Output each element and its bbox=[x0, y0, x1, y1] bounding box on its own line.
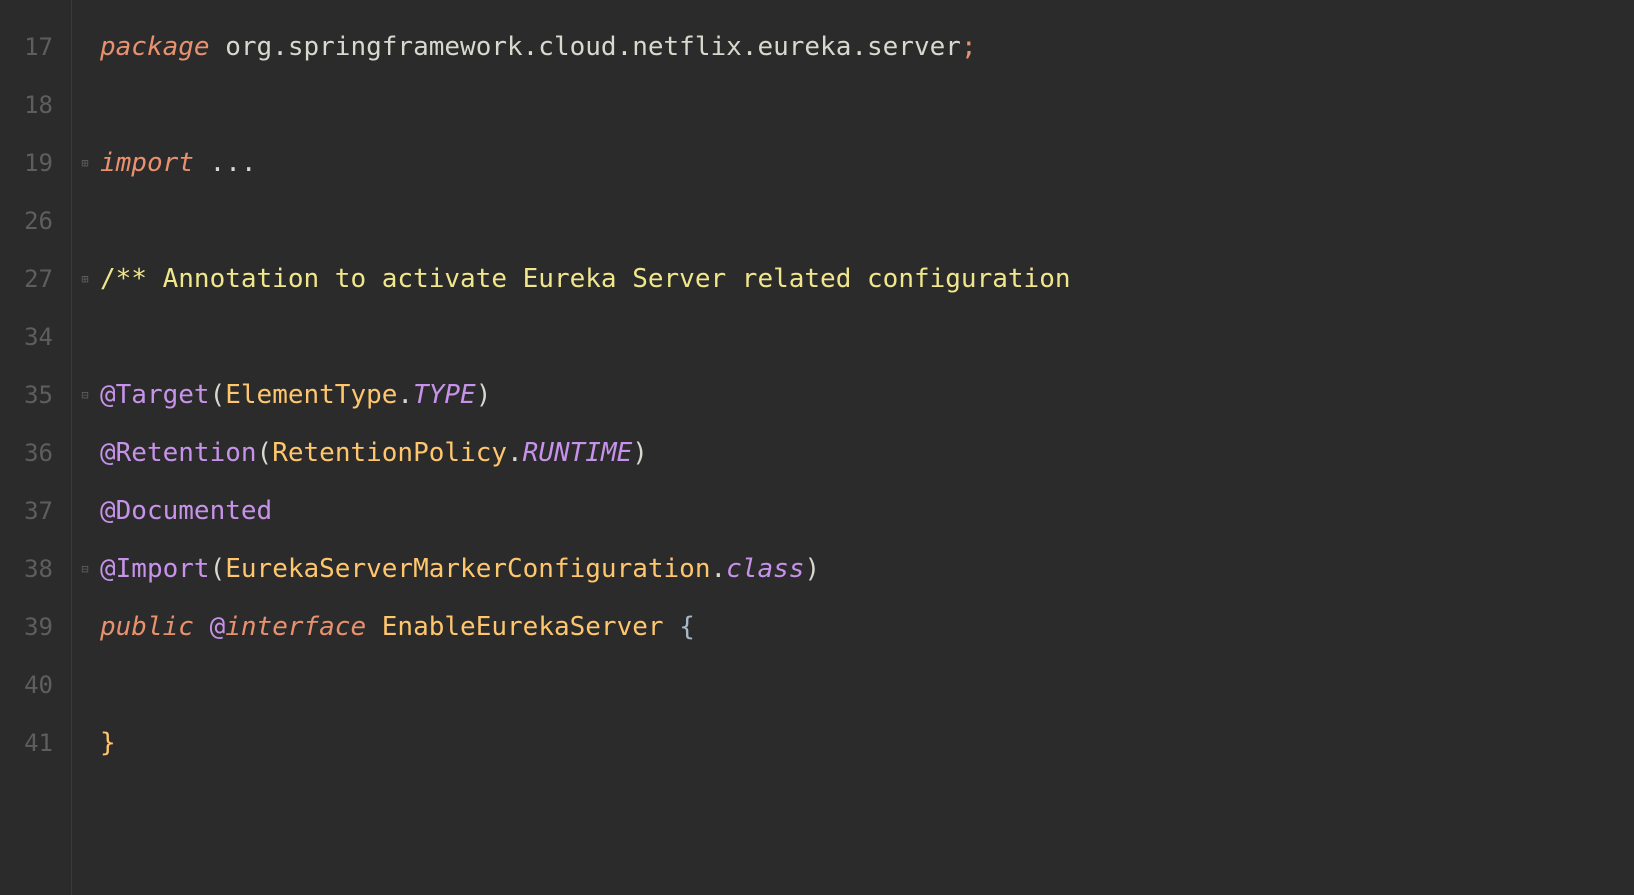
annotation-import: Import bbox=[116, 554, 210, 584]
space bbox=[366, 612, 382, 642]
dot: . bbox=[397, 380, 413, 410]
code-content[interactable]: package org.springframework.cloud.netfli… bbox=[72, 0, 1634, 895]
space bbox=[194, 612, 210, 642]
close-brace: } bbox=[100, 728, 116, 758]
line-number[interactable]: 40 bbox=[0, 656, 71, 714]
keyword-import: import bbox=[100, 148, 194, 178]
line-number[interactable]: 18 bbox=[0, 76, 71, 134]
space bbox=[664, 612, 680, 642]
lparen: ( bbox=[257, 438, 273, 468]
code-line-35[interactable]: ⊟@Target(ElementType.TYPE) bbox=[100, 366, 1634, 424]
code-line-37[interactable]: @Documented bbox=[100, 482, 1634, 540]
class-keyword: class bbox=[726, 554, 804, 584]
at-symbol: @ bbox=[100, 496, 116, 526]
import-ellipsis: ... bbox=[210, 148, 257, 178]
line-number[interactable]: 39 bbox=[0, 598, 71, 656]
keyword-public: public bbox=[100, 612, 194, 642]
gutter: 17 18 19 26 27 34 35 36 37 38 39 40 41 bbox=[0, 0, 72, 895]
constant-type: TYPE bbox=[413, 380, 476, 410]
line-number[interactable]: 38 bbox=[0, 540, 71, 598]
line-number[interactable]: 19 bbox=[0, 134, 71, 192]
at-symbol: @ bbox=[210, 612, 226, 642]
code-line-36[interactable]: @Retention(RetentionPolicy.RUNTIME) bbox=[100, 424, 1634, 482]
dot: . bbox=[507, 438, 523, 468]
code-line-40[interactable] bbox=[100, 656, 1634, 714]
rparen: ) bbox=[632, 438, 648, 468]
at-symbol: @ bbox=[100, 438, 116, 468]
line-number[interactable]: 26 bbox=[0, 192, 71, 250]
fold-marker-icon[interactable]: ⊞ bbox=[78, 272, 92, 286]
annotation-documented: Documented bbox=[116, 496, 273, 526]
type-eurekaservermarkerconfiguration: EurekaServerMarkerConfiguration bbox=[225, 554, 710, 584]
lparen: ( bbox=[210, 554, 226, 584]
constant-runtime: RUNTIME bbox=[523, 438, 633, 468]
line-number[interactable]: 34 bbox=[0, 308, 71, 366]
lparen: ( bbox=[210, 380, 226, 410]
code-line-17[interactable]: package org.springframework.cloud.netfli… bbox=[100, 18, 1634, 76]
code-line-18[interactable] bbox=[100, 76, 1634, 134]
space bbox=[194, 148, 210, 178]
line-number[interactable]: 17 bbox=[0, 18, 71, 76]
code-line-27[interactable]: ⊞/** Annotation to activate Eureka Serve… bbox=[100, 250, 1634, 308]
line-number[interactable]: 35 bbox=[0, 366, 71, 424]
code-line-38[interactable]: ⊟@Import(EurekaServerMarkerConfiguration… bbox=[100, 540, 1634, 598]
fold-marker-icon[interactable]: ⊟ bbox=[78, 562, 92, 576]
annotation-target: Target bbox=[116, 380, 210, 410]
package-name: org.springframework.cloud.netflix.eureka… bbox=[225, 32, 961, 62]
line-number[interactable]: 41 bbox=[0, 714, 71, 772]
line-number[interactable]: 37 bbox=[0, 482, 71, 540]
annotation-retention: Retention bbox=[116, 438, 257, 468]
keyword-interface: interface bbox=[225, 612, 366, 642]
rparen: ) bbox=[476, 380, 492, 410]
fold-marker-icon[interactable]: ⊟ bbox=[78, 388, 92, 402]
code-line-34[interactable] bbox=[100, 308, 1634, 366]
code-line-26[interactable] bbox=[100, 192, 1634, 250]
type-elementtype: ElementType bbox=[225, 380, 397, 410]
type-retentionpolicy: RetentionPolicy bbox=[272, 438, 507, 468]
rparen: ) bbox=[804, 554, 820, 584]
class-name-enableeurekaserver: EnableEurekaServer bbox=[382, 612, 664, 642]
line-number[interactable]: 27 bbox=[0, 250, 71, 308]
semicolon: ; bbox=[961, 32, 977, 62]
line-number[interactable]: 36 bbox=[0, 424, 71, 482]
open-brace: { bbox=[679, 612, 695, 642]
code-line-39[interactable]: public @interface EnableEurekaServer { bbox=[100, 598, 1634, 656]
fold-marker-icon[interactable]: ⊞ bbox=[78, 156, 92, 170]
dot: . bbox=[711, 554, 727, 584]
code-editor: 17 18 19 26 27 34 35 36 37 38 39 40 41 p… bbox=[0, 0, 1634, 895]
code-line-19[interactable]: ⊞import ... bbox=[100, 134, 1634, 192]
javadoc-comment: /** Annotation to activate Eureka Server… bbox=[100, 264, 1071, 294]
at-symbol: @ bbox=[100, 380, 116, 410]
keyword-package: package bbox=[100, 32, 210, 62]
at-symbol: @ bbox=[100, 554, 116, 584]
space bbox=[210, 32, 226, 62]
code-line-41[interactable]: } bbox=[100, 714, 1634, 772]
